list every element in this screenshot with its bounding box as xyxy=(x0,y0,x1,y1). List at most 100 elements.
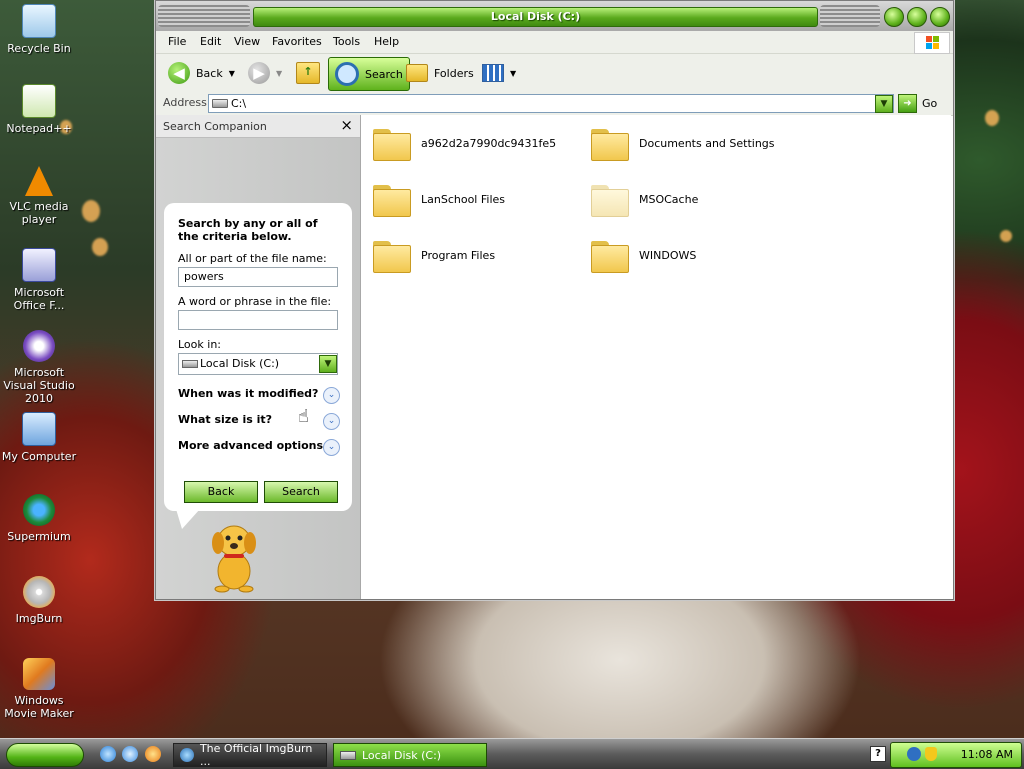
folder-icon xyxy=(373,239,411,273)
desktop-icon-label: VLC media player xyxy=(9,200,69,226)
go-button[interactable]: ➜ Go xyxy=(898,94,937,113)
notepad-plus-icon xyxy=(22,84,56,118)
explorer-window: Local Disk (C:) File Edit View Favorites… xyxy=(155,0,954,600)
office-shortcut-icon xyxy=(22,248,56,282)
folder-name: Program Files xyxy=(421,248,496,262)
back-button-label: Back xyxy=(196,66,223,80)
folder-item[interactable]: MSOCache xyxy=(591,183,698,217)
menu-file[interactable]: File xyxy=(168,35,186,48)
maximize-button[interactable] xyxy=(907,7,927,27)
search-criteria-bubble: Search by any or all of the criteria bel… xyxy=(164,203,352,529)
back-button-pane[interactable]: Back xyxy=(184,481,258,503)
option-size-label: What size is it? xyxy=(178,413,273,426)
menu-bar: File Edit View Favorites Tools Help xyxy=(156,31,953,54)
clock[interactable]: 11:08 AM xyxy=(961,748,1013,761)
desktop-icon-vlc[interactable]: VLC media player xyxy=(0,166,78,226)
folder-name: WINDOWS xyxy=(639,248,697,262)
folder-name: a962d2a7990dc9431fe5 xyxy=(421,136,557,150)
expand-chevron-icon[interactable]: ⌄ xyxy=(323,387,340,404)
folders-button[interactable]: Folders xyxy=(406,60,474,86)
start-button[interactable] xyxy=(6,743,84,767)
desktop-icon-label: Supermium xyxy=(7,530,71,543)
look-in-label: Look in: xyxy=(178,338,221,351)
file-name-input[interactable]: powers xyxy=(178,267,338,287)
close-button[interactable] xyxy=(930,7,950,27)
forward-dropdown-icon[interactable]: ▼ xyxy=(276,69,282,78)
option-size[interactable]: What size is it? xyxy=(178,413,272,426)
search-companion-pane: Search Companion × Search by any or all … xyxy=(156,115,361,599)
folder-icon xyxy=(373,127,411,161)
phrase-input[interactable] xyxy=(178,310,338,330)
address-label: Address xyxy=(163,96,207,109)
desktop-icon-imgburn[interactable]: ImgBurn xyxy=(0,576,78,625)
menu-favorites[interactable]: Favorites xyxy=(272,35,322,48)
help-circle-tray-icon[interactable] xyxy=(907,747,921,761)
up-folder-icon: ↑ xyxy=(296,62,320,84)
search-button[interactable]: Search xyxy=(264,481,338,503)
help-tray-icon[interactable]: ? xyxy=(870,746,886,762)
back-dropdown-icon[interactable]: ▼ xyxy=(229,69,235,78)
address-value: C:\ xyxy=(231,97,247,110)
file-name-value: powers xyxy=(184,270,224,283)
up-folder-button[interactable]: ↑ xyxy=(296,60,320,86)
expand-chevron-icon[interactable]: ⌄ xyxy=(323,439,340,456)
file-name-label: All or part of the file name: xyxy=(178,252,327,265)
expand-chevron-icon[interactable]: ⌄ xyxy=(323,413,340,430)
back-button[interactable]: ◀ Back ▼ xyxy=(168,60,235,86)
folder-item[interactable]: a962d2a7990dc9431fe5 xyxy=(373,127,557,161)
drive-icon xyxy=(340,750,356,760)
menu-view[interactable]: View xyxy=(234,35,260,48)
search-dog-icon[interactable] xyxy=(206,519,266,593)
folder-icon xyxy=(591,127,629,161)
search-intro-text: Search by any or all of the criteria bel… xyxy=(178,217,318,243)
forward-button[interactable]: ▶ ▼ xyxy=(248,60,282,86)
menu-help[interactable]: Help xyxy=(374,35,399,48)
go-arrow-icon: ➜ xyxy=(898,94,917,113)
standard-toolbar: ◀ Back ▼ ▶ ▼ ↑ Search Folders ▼ xyxy=(156,54,953,93)
look-in-dropdown-icon[interactable]: ▼ xyxy=(319,355,337,373)
close-pane-icon[interactable]: × xyxy=(340,116,353,134)
look-in-select[interactable]: Local Disk (C:) ▼ xyxy=(178,353,338,375)
desktop-icon-movie-maker[interactable]: Windows Movie Maker xyxy=(0,658,78,720)
hidden-folder-icon xyxy=(591,183,629,217)
desktop-icon-office[interactable]: Microsoft Office F... xyxy=(0,248,78,312)
views-dropdown-icon[interactable]: ▼ xyxy=(510,69,516,78)
taskbar-button-local-disk[interactable]: Local Disk (C:) xyxy=(333,743,487,767)
folder-item[interactable]: Documents and Settings xyxy=(591,127,775,161)
desktop-icon-label: Windows Movie Maker xyxy=(4,694,74,720)
address-input[interactable]: C:\ ▼ xyxy=(208,94,894,113)
vlc-cone-icon xyxy=(25,166,53,196)
visual-studio-icon xyxy=(23,330,55,362)
ie-alt-quicklaunch-icon[interactable] xyxy=(122,746,138,762)
folder-name: Documents and Settings xyxy=(639,136,775,150)
menu-tools[interactable]: Tools xyxy=(333,35,360,48)
address-dropdown-icon[interactable]: ▼ xyxy=(875,95,893,113)
views-button[interactable]: ▼ xyxy=(482,60,516,86)
folders-button-label: Folders xyxy=(434,66,474,80)
desktop-icon-my-computer[interactable]: My Computer xyxy=(0,412,78,463)
search-toolbar-button[interactable]: Search xyxy=(328,57,410,91)
option-modified[interactable]: When was it modified? xyxy=(178,387,318,400)
desktop-icon-notepad-plus[interactable]: Notepad++ xyxy=(0,84,78,135)
minimize-button[interactable] xyxy=(884,7,904,27)
folder-icon xyxy=(373,183,411,217)
folder-item[interactable]: WINDOWS xyxy=(591,239,697,273)
folder-item[interactable]: LanSchool Files xyxy=(373,183,505,217)
system-tray: 11:08 AM xyxy=(890,742,1022,768)
desktop-icon-recycle-bin[interactable]: Recycle Bin xyxy=(0,4,78,55)
folder-item[interactable]: Program Files xyxy=(373,239,496,273)
ie-quicklaunch-icon[interactable] xyxy=(100,746,116,762)
title-bar[interactable]: Local Disk (C:) xyxy=(156,1,953,31)
option-advanced[interactable]: More advanced options xyxy=(178,439,323,452)
desktop-icon-label: Microsoft Visual Studio 2010 xyxy=(3,366,75,405)
desktop-icon-label: Recycle Bin xyxy=(7,42,71,55)
desktop-icon-visual-studio[interactable]: Microsoft Visual Studio 2010 xyxy=(0,330,78,405)
folder-contents-view: a962d2a7990dc9431fe5 Documents and Setti… xyxy=(361,115,951,599)
folder-icon xyxy=(591,239,629,273)
desktop-icon-label: My Computer xyxy=(1,450,77,463)
menu-edit[interactable]: Edit xyxy=(200,35,221,48)
firefox-quicklaunch-icon[interactable] xyxy=(145,746,161,762)
taskbar-button-imgburn[interactable]: The Official ImgBurn ... xyxy=(173,742,327,768)
shield-tray-icon[interactable] xyxy=(925,747,937,761)
desktop-icon-supermium[interactable]: Supermium xyxy=(0,494,78,543)
